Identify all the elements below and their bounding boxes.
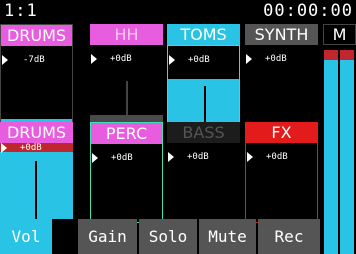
play-triangle-icon (92, 153, 98, 163)
track-drums-1[interactable]: DRUMS -7dB (0, 24, 73, 125)
top-bar: 1:1 00:00:00 (0, 0, 356, 22)
level-readout: +0dB (246, 150, 317, 164)
track-name: DRUMS (0, 122, 73, 143)
master-label[interactable]: M (323, 24, 356, 45)
level-readout: +0dB (90, 52, 163, 66)
track-name: BASS (167, 122, 240, 143)
play-triangle-icon (91, 54, 97, 64)
level-readout: +0dB (91, 151, 162, 165)
song-position: 1:1 (4, 1, 38, 21)
track-hh[interactable]: HH +0dB (90, 24, 163, 125)
track-synth[interactable]: SYNTH +0dB (245, 24, 318, 125)
level-readout: +0dB (245, 52, 318, 66)
play-triangle-icon (2, 55, 8, 65)
play-triangle-icon (246, 54, 252, 64)
time-display: 00:00:00 (263, 1, 353, 21)
play-triangle-icon (247, 152, 253, 162)
tab-mute[interactable]: Mute (199, 219, 256, 254)
track-body[interactable]: -7dB (1, 46, 72, 124)
track-body[interactable]: +0dB (167, 143, 240, 223)
track-name: PERC (91, 123, 162, 144)
track-perc[interactable]: PERC +0dB (90, 122, 163, 223)
track-name: SYNTH (245, 24, 318, 45)
tab-rec[interactable]: Rec (258, 219, 320, 254)
track-drums-2[interactable]: DRUMS +0dB (0, 122, 73, 223)
fader-line (204, 86, 206, 124)
track-body[interactable]: +0dB (91, 144, 162, 222)
level-readout: +0dB (168, 53, 239, 67)
tab-gain[interactable]: Gain (78, 219, 137, 254)
level-readout: +0dB (167, 150, 240, 164)
level-readout: +0dB (0, 143, 73, 155)
tab-solo[interactable]: Solo (139, 219, 197, 254)
track-toms[interactable]: TOMS +0dB (167, 24, 240, 125)
track-name: DRUMS (1, 25, 72, 46)
track-body[interactable]: +0dB (245, 143, 318, 223)
play-triangle-icon (168, 152, 174, 162)
play-triangle-icon (169, 55, 175, 65)
peak-indicator (340, 50, 354, 60)
track-body[interactable]: +0dB (0, 143, 73, 219)
track-body[interactable]: +0dB (245, 45, 318, 125)
master-meter-right (340, 50, 354, 254)
play-triangle-icon (1, 143, 7, 153)
peak-indicator (324, 50, 338, 60)
track-bass[interactable]: BASS +0dB (167, 122, 240, 223)
track-name: FX (245, 122, 318, 143)
level-readout: -7dB (1, 53, 72, 67)
fader-line (35, 161, 37, 219)
track-body[interactable]: +0dB (90, 45, 163, 125)
master-meter-left (324, 50, 338, 254)
tab-vol[interactable]: Vol (0, 219, 52, 254)
track-body[interactable]: +0dB (167, 45, 240, 125)
track-name: HH (90, 24, 163, 45)
track-fx[interactable]: FX +0dB (245, 122, 318, 223)
master-meters (323, 45, 356, 254)
track-name: TOMS (167, 24, 240, 45)
